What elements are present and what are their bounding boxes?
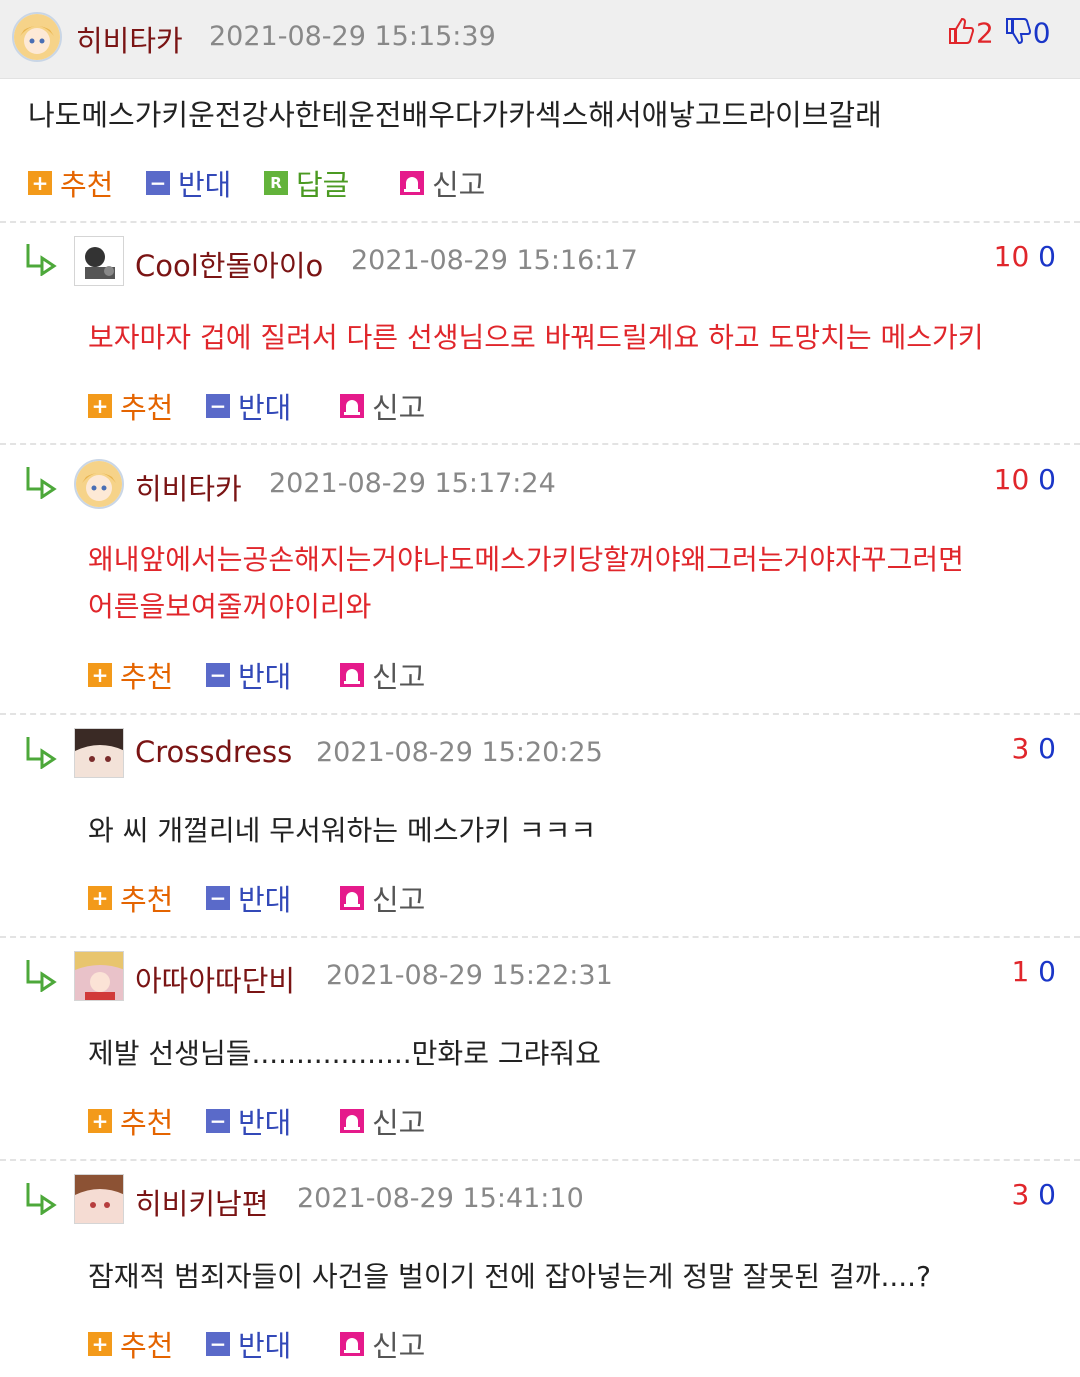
comment-text: 보자마자 겁에 질려서 다른 선생님으로 바꿔드릴게요 하고 도망치는 메스가키: [88, 321, 984, 354]
comment-text: 제발 선생님들..................만화로 그랴줘요: [88, 1037, 601, 1070]
avatar[interactable]: [74, 236, 124, 286]
comment-votes: 1 0: [1011, 955, 1056, 988]
avatar[interactable]: [74, 951, 124, 1001]
post-date: 2021-08-29 15:15:39: [209, 21, 496, 52]
comment-nickname[interactable]: 히비타카: [135, 466, 242, 508]
comment-votes: 3 0: [1011, 732, 1056, 765]
post-nickname[interactable]: 히비타카: [76, 18, 183, 60]
divider: [0, 713, 1080, 715]
comment-actions: + 추천 − 반대 신고: [88, 655, 448, 695]
reply-r-icon: R: [264, 171, 288, 195]
comment-nickname[interactable]: 아따아따단비: [135, 958, 295, 1000]
oppose-button[interactable]: − 반대: [206, 1324, 291, 1364]
post-votes: 2 0: [946, 16, 1051, 53]
minus-icon: −: [206, 1109, 230, 1133]
recommend-button[interactable]: + 추천: [28, 163, 113, 203]
thumbs-down-icon[interactable]: [1003, 16, 1033, 53]
avatar[interactable]: [74, 728, 124, 778]
comment-date: 2021-08-29 15:41:10: [297, 1183, 584, 1214]
plus-icon: +: [88, 1332, 112, 1356]
comment-text: 와 씨 개껄리네 무서워하는 메스가키 ㅋㅋㅋ: [88, 814, 597, 847]
avatar[interactable]: [74, 1174, 124, 1224]
recommend-button[interactable]: + 추천: [88, 1101, 173, 1141]
report-button[interactable]: 신고: [340, 655, 425, 695]
minus-icon: −: [206, 886, 230, 910]
comment-votes: 10 0: [993, 240, 1056, 273]
comment-votes: 10 0: [993, 463, 1056, 496]
minus-icon: −: [206, 1332, 230, 1356]
post-header: 히비타카 2021-08-29 15:15:39 2 0: [0, 0, 1080, 79]
reply-button[interactable]: R 답글: [264, 163, 349, 203]
minus-icon: −: [206, 663, 230, 687]
oppose-button[interactable]: − 반대: [206, 386, 291, 426]
comment-text-line: 왜내앞에서는공손해지는거야나도메스가키당할꺼야왜그러는거야자꾸그러면: [88, 543, 964, 576]
comment-date: 2021-08-29 15:16:17: [351, 245, 638, 276]
siren-icon: [400, 171, 424, 195]
comment-date: 2021-08-29 15:20:25: [316, 737, 603, 768]
recommend-button[interactable]: + 추천: [88, 878, 173, 918]
divider: [0, 443, 1080, 445]
post-text: 나도메스가키운전강사한테운전배우다가카섹스해서애낳고드라이브갈래: [28, 98, 882, 132]
siren-icon: [340, 663, 364, 687]
avatar[interactable]: [74, 459, 124, 509]
report-button[interactable]: 신고: [400, 163, 485, 203]
recommend-button[interactable]: + 추천: [88, 655, 173, 695]
report-button[interactable]: 신고: [340, 1324, 425, 1364]
recommend-button[interactable]: + 추천: [88, 386, 173, 426]
siren-icon: [340, 1109, 364, 1133]
comment-votes: 3 0: [1011, 1178, 1056, 1211]
post-up-count: 2: [976, 16, 994, 50]
comment-date: 2021-08-29 15:22:31: [326, 960, 613, 991]
report-button[interactable]: 신고: [340, 1101, 425, 1141]
comment-actions: + 추천 − 반대 신고: [88, 1101, 448, 1141]
report-button[interactable]: 신고: [340, 386, 425, 426]
comment-date: 2021-08-29 15:17:24: [269, 468, 556, 499]
plus-icon: +: [28, 171, 52, 195]
divider: [0, 221, 1080, 223]
oppose-button[interactable]: − 반대: [206, 655, 291, 695]
plus-icon: +: [88, 663, 112, 687]
reply-arrow-icon: [26, 467, 57, 499]
comment-text: 잠재적 범죄자들이 사건을 벌이기 전에 잡아넣는게 정말 잘못된 걸까....…: [88, 1260, 931, 1293]
comment-nickname[interactable]: Cool한돌아이o: [135, 243, 323, 285]
oppose-button[interactable]: − 반대: [146, 163, 231, 203]
minus-icon: −: [206, 394, 230, 418]
siren-icon: [340, 1332, 364, 1356]
comment-actions: + 추천 − 반대 신고: [88, 386, 448, 426]
siren-icon: [340, 886, 364, 910]
siren-icon: [340, 394, 364, 418]
comment-actions: + 추천 − 반대 신고: [88, 1324, 448, 1364]
plus-icon: +: [88, 886, 112, 910]
report-button[interactable]: 신고: [340, 878, 425, 918]
post-actions: + 추천 − 반대 R 답글 신고: [28, 163, 528, 203]
recommend-button[interactable]: + 추천: [88, 1324, 173, 1364]
divider: [0, 936, 1080, 938]
post-down-count: 0: [1032, 16, 1051, 50]
comment-nickname[interactable]: 히비키남편: [135, 1181, 268, 1223]
plus-icon: +: [88, 1109, 112, 1133]
oppose-button[interactable]: − 반대: [206, 1101, 291, 1141]
plus-icon: +: [88, 394, 112, 418]
reply-arrow-icon: [26, 960, 57, 992]
reply-arrow-icon: [26, 1183, 57, 1215]
thumbs-up-icon[interactable]: [946, 16, 976, 53]
divider: [0, 1159, 1080, 1161]
reply-arrow-icon: [26, 244, 57, 276]
minus-icon: −: [146, 171, 170, 195]
oppose-button[interactable]: − 반대: [206, 878, 291, 918]
comment-nickname[interactable]: Crossdress: [135, 735, 292, 769]
avatar[interactable]: [12, 12, 62, 62]
reply-arrow-icon: [26, 737, 57, 769]
comment-text-line: 어른을보여줄꺼야이리와: [88, 590, 372, 623]
comment-actions: + 추천 − 반대 신고: [88, 878, 448, 918]
